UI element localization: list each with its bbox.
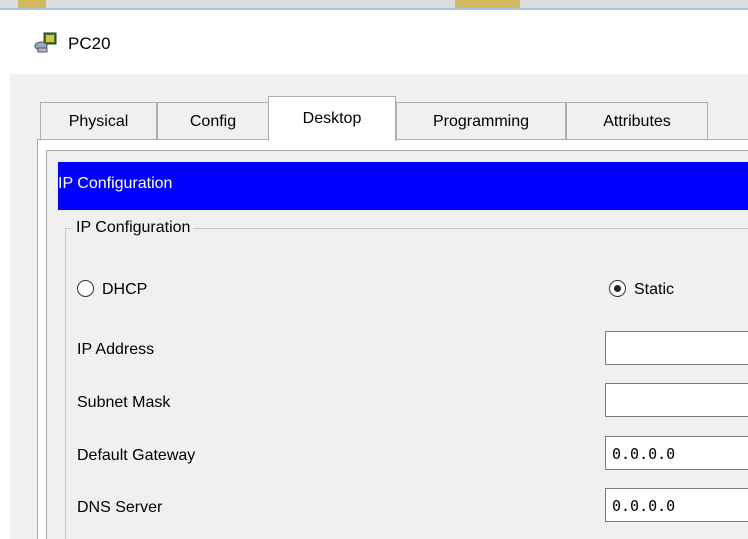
tab-label: Desktop [302,110,362,127]
window-title: PC20 [68,34,111,53]
tab-config[interactable]: Config [157,102,269,140]
tab-desktop[interactable]: Desktop [268,96,396,141]
background-window-strip [0,0,748,10]
tab-label: Config [189,113,237,130]
ip-config-header-title: IP Configuration [58,175,173,192]
title-bar [0,10,748,74]
tab-label: Programming [432,113,530,130]
subnet-mask-label: Subnet Mask [77,394,171,411]
ip-config-group-label: IP Configuration [73,219,194,237]
static-radio[interactable] [609,280,626,297]
subnet-mask-input[interactable] [605,383,748,417]
tab-label: Physical [68,113,129,130]
ip-address-label: IP Address [77,341,155,358]
dns-server-input[interactable]: 0.0.0.0 [605,488,748,522]
dhcp-label: DHCP [102,281,148,298]
dns-server-label: DNS Server [77,499,163,516]
dhcp-radio[interactable] [77,280,94,297]
tab-physical[interactable]: Physical [40,102,157,140]
ip-address-input[interactable] [605,331,748,365]
tab-programming[interactable]: Programming [396,102,566,140]
tab-label: Attributes [603,113,671,130]
default-gateway-label: Default Gateway [77,447,196,464]
default-gateway-input[interactable]: 0.0.0.0 [605,436,748,470]
radio-selected-dot [613,284,621,292]
pc-device-icon [34,32,57,53]
static-label: Static [634,281,675,298]
tab-attributes[interactable]: Attributes [566,102,708,140]
